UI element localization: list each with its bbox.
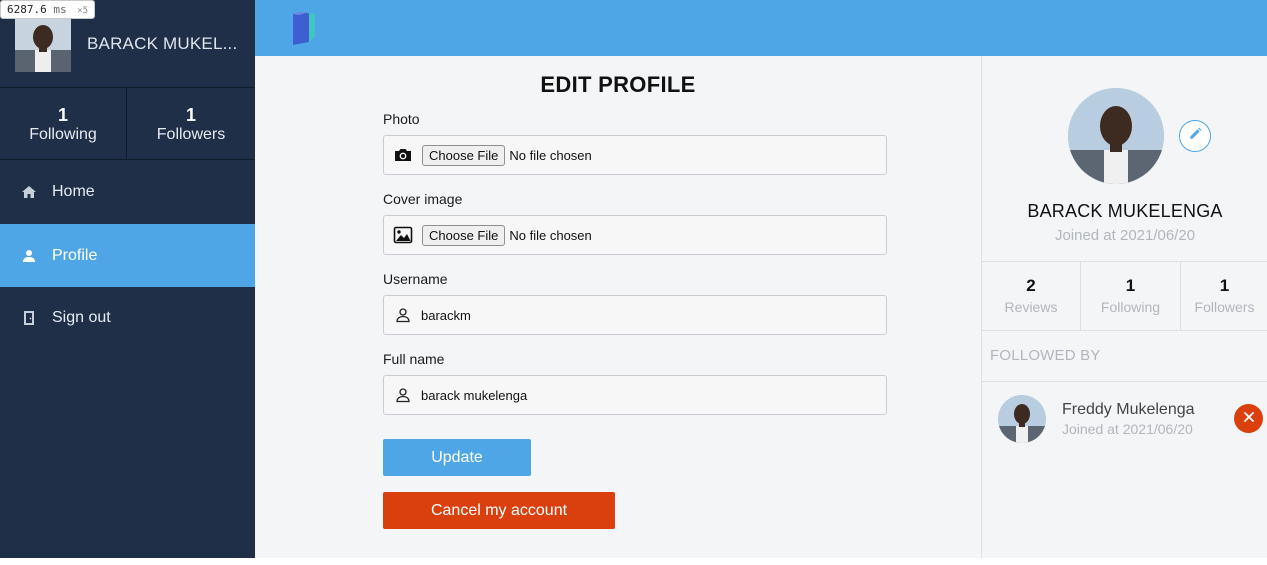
photo-choose-file-button[interactable]: Choose File <box>422 144 506 166</box>
cancel-account-button[interactable]: Cancel my account <box>383 492 615 529</box>
timing-multiplier: ×5 <box>77 6 89 16</box>
followed-by-heading: FOLLOWED BY <box>990 347 1101 364</box>
profile-avatar <box>1068 88 1164 184</box>
sidebar-stat-following[interactable]: 1 Following <box>0 88 127 159</box>
camera-icon <box>393 145 413 165</box>
user-icon <box>393 305 413 325</box>
profile-panel: BARACK MUKELENGA Joined at 2021/06/20 2 … <box>981 56 1267 558</box>
stat-value: 1 <box>1125 276 1136 295</box>
sidebar-item-label: Home <box>52 182 95 200</box>
stat-value: 2 <box>1026 276 1036 295</box>
sidebar: BARACK MUKEL... 1 Following 1 Followers … <box>0 0 255 558</box>
image-icon <box>393 225 413 245</box>
edit-profile-section: EDIT PROFILE Photo Choose File No file c… <box>255 56 981 558</box>
cover-file-status: No file chosen <box>509 227 592 243</box>
remove-follower-button[interactable] <box>1234 404 1263 433</box>
user-icon <box>393 385 413 405</box>
sidebar-user-name: BARACK MUKEL... <box>87 34 238 53</box>
pencil-icon <box>1187 126 1203 147</box>
stat-label: Followers <box>156 126 226 143</box>
timing-badge: 6287.6 ms ×5 <box>0 0 96 19</box>
sidebar-item-label: Profile <box>52 246 98 264</box>
door-icon <box>21 310 37 326</box>
sidebar-item-sign-out[interactable]: Sign out <box>0 286 255 349</box>
timing-value: 6287.6 <box>7 3 47 16</box>
profile-stats: 2 Reviews 1 Following 1 Followers <box>982 262 1267 330</box>
stat-label: Reviews <box>1004 299 1058 315</box>
cover-image-field[interactable]: Choose File No file chosen <box>383 215 887 255</box>
stat-value: 1 <box>1219 276 1230 295</box>
photo-label: Photo <box>383 111 420 127</box>
profile-stat-followers[interactable]: 1 Followers <box>1181 262 1267 330</box>
stat-label: Followers <box>1194 299 1255 315</box>
page-title: EDIT PROFILE <box>540 72 696 97</box>
username-field[interactable] <box>383 295 887 335</box>
photo-field[interactable]: Choose File No file chosen <box>383 135 887 175</box>
close-icon <box>1243 410 1255 428</box>
follower-joined-date: Joined at 2021/06/20 <box>1062 421 1193 437</box>
cover-image-label: Cover image <box>383 191 463 207</box>
stat-value: 1 <box>185 105 196 125</box>
profile-stat-reviews[interactable]: 2 Reviews <box>982 262 1081 330</box>
sidebar-stat-followers[interactable]: 1 Followers <box>127 88 255 159</box>
full-name-input[interactable] <box>421 376 886 414</box>
update-button[interactable]: Update <box>383 439 531 476</box>
full-name-field[interactable] <box>383 375 887 415</box>
book-logo-icon[interactable] <box>291 12 315 50</box>
home-icon <box>21 184 37 200</box>
app: BARACK MUKEL... 1 Following 1 Followers … <box>0 0 1267 558</box>
cover-choose-file-button[interactable]: Choose File <box>422 224 506 246</box>
stat-label: Following <box>1100 299 1161 315</box>
sidebar-item-label: Sign out <box>52 308 111 326</box>
username-label: Username <box>383 271 448 287</box>
user-icon <box>21 248 37 264</box>
sidebar-item-profile[interactable]: Profile <box>0 224 255 287</box>
edit-profile-picture-button[interactable] <box>1179 120 1211 152</box>
follower-item[interactable]: Freddy Mukelenga Joined at 2021/06/20 <box>982 382 1267 452</box>
stat-label: Following <box>29 126 97 143</box>
full-name-label: Full name <box>383 351 445 367</box>
photo-file-status: No file chosen <box>509 147 592 163</box>
sidebar-item-home[interactable]: Home <box>0 160 255 223</box>
top-bar <box>255 0 1267 56</box>
avatar <box>15 16 71 72</box>
profile-name: BARACK MUKELENGA <box>1027 201 1223 221</box>
follower-name[interactable]: Freddy Mukelenga <box>1062 401 1195 419</box>
stat-value: 1 <box>57 105 68 125</box>
profile-stat-following[interactable]: 1 Following <box>1081 262 1181 330</box>
username-input[interactable] <box>421 296 886 334</box>
avatar <box>998 395 1046 443</box>
divider <box>982 330 1267 331</box>
timing-unit: ms <box>53 3 67 16</box>
sidebar-stats: 1 Following 1 Followers <box>0 88 255 160</box>
profile-joined-date: Joined at 2021/06/20 <box>1054 227 1196 244</box>
